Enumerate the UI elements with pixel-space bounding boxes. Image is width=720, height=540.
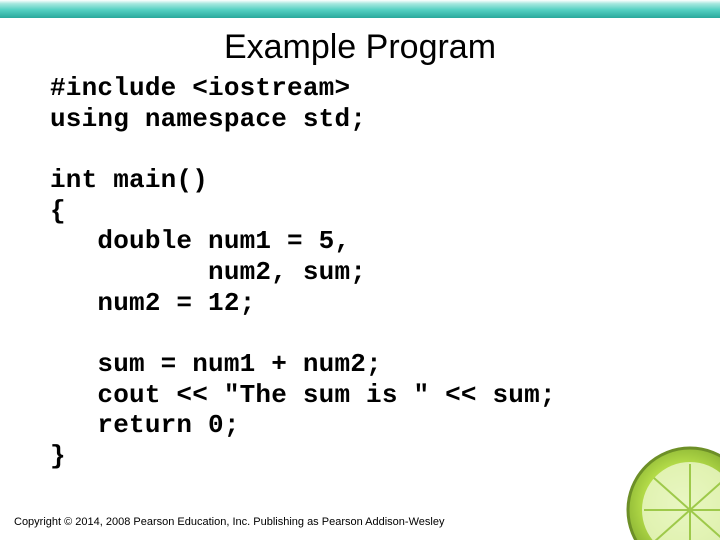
code-line: return 0; [50, 410, 240, 440]
code-line: double num1 = 5, [50, 226, 350, 256]
code-line: num2, sum; [50, 257, 366, 287]
lime-decoration-icon [620, 440, 720, 540]
code-line: using namespace std; [50, 104, 366, 134]
code-line: { [50, 196, 66, 226]
code-line: } [50, 441, 66, 471]
code-line: num2 = 12; [50, 288, 255, 318]
code-line: int main() [50, 165, 208, 195]
code-block: #include <iostream> using namespace std;… [50, 73, 720, 472]
code-line: #include <iostream> [50, 73, 350, 103]
code-line: sum = num1 + num2; [50, 349, 382, 379]
code-line: cout << "The sum is " << sum; [50, 380, 556, 410]
copyright-footer: Copyright © 2014, 2008 Pearson Education… [14, 516, 444, 528]
decorative-top-gradient [0, 0, 720, 18]
slide-title: Example Program [0, 28, 720, 67]
